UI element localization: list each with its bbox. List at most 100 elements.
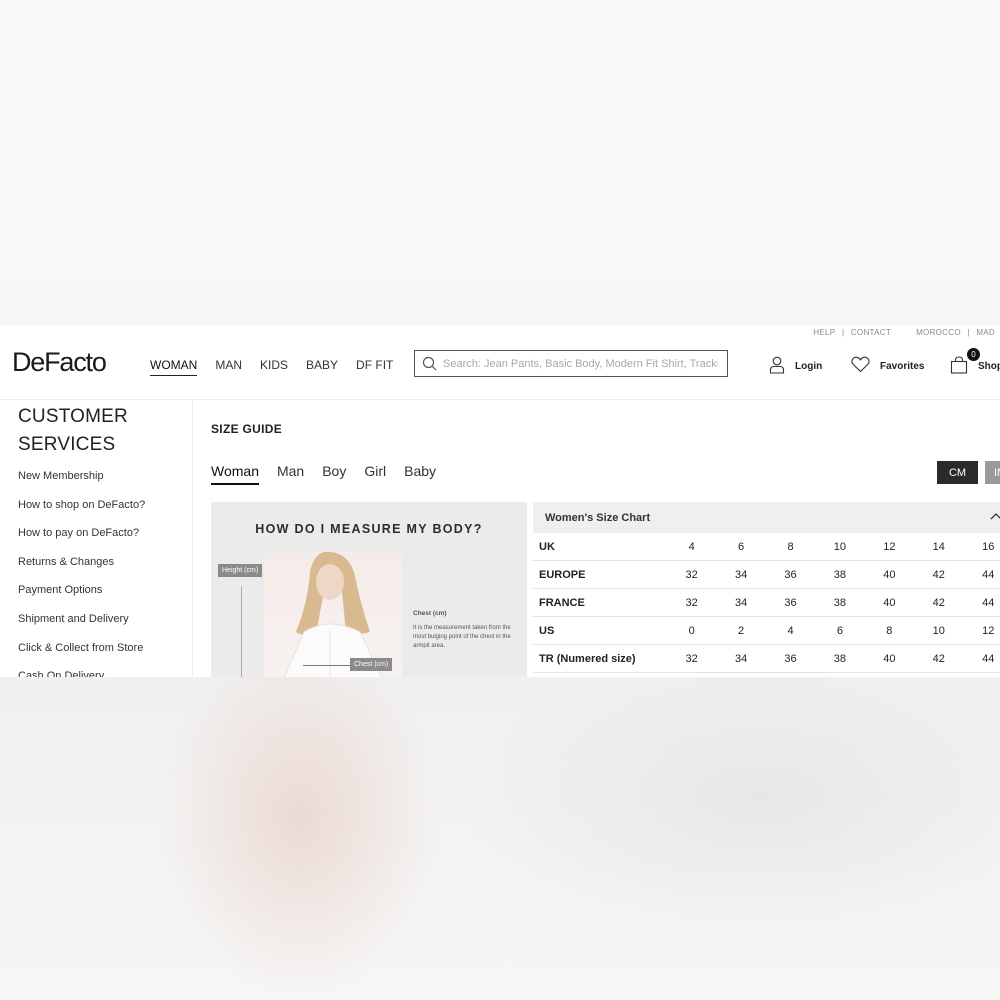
size-cell: 14 bbox=[914, 533, 964, 561]
sidebar-item-cash-on-delivery[interactable]: Cash On Delivery bbox=[18, 668, 145, 677]
row-label: FRANCE bbox=[533, 588, 667, 617]
login-button[interactable]: Login bbox=[769, 356, 822, 377]
size-cell: 36 bbox=[765, 588, 816, 617]
size-cell: 8 bbox=[765, 533, 816, 561]
size-cell: 38 bbox=[815, 644, 865, 673]
search-icon[interactable] bbox=[415, 350, 443, 377]
size-cell: 34 bbox=[716, 644, 766, 673]
row-label: US bbox=[533, 616, 667, 645]
size-cell: 44 bbox=[963, 644, 1000, 673]
nav-item-baby[interactable]: BABY bbox=[306, 358, 338, 376]
measurement-guide-image: HOW DO I MEASURE MY BODY? Height (cm) Ch… bbox=[211, 502, 527, 677]
size-cell: 34 bbox=[716, 588, 766, 617]
sidebar-title-line1: CUSTOMER bbox=[18, 406, 128, 427]
chevron-up-icon[interactable] bbox=[990, 511, 1000, 524]
page-title: SIZE GUIDE bbox=[211, 422, 283, 436]
tab-man[interactable]: Man bbox=[277, 463, 304, 485]
row-label: EUROPE bbox=[533, 560, 667, 589]
utility-bar: HELP | CONTACT MOROCCO | MAD bbox=[811, 328, 997, 337]
nav-item-kids[interactable]: KIDS bbox=[260, 358, 288, 376]
size-cell: 42 bbox=[914, 588, 964, 617]
sidebar-item-new-membership[interactable]: New Membership bbox=[18, 468, 145, 497]
size-cell: 2 bbox=[716, 616, 766, 645]
unit-inch-button[interactable]: IN bbox=[985, 461, 1000, 484]
size-cell: 10 bbox=[815, 533, 865, 561]
size-cell: 34 bbox=[716, 560, 766, 589]
size-cell: 38 bbox=[815, 588, 865, 617]
table-row: US 0 2 4 6 8 10 12 bbox=[533, 616, 1000, 645]
shopping-bag-icon bbox=[950, 356, 968, 377]
size-cell: 32 bbox=[666, 644, 717, 673]
size-cell: 40 bbox=[864, 560, 915, 589]
language-selector[interactable]: MAD bbox=[976, 328, 995, 337]
table-row: UK 4 6 8 10 12 14 16 bbox=[533, 533, 1000, 561]
table-row: EUROPE 32 34 36 38 40 42 44 bbox=[533, 560, 1000, 589]
size-cell: 32 bbox=[666, 560, 717, 589]
shop-label: Shop bbox=[978, 361, 1000, 372]
tab-baby[interactable]: Baby bbox=[404, 463, 436, 485]
chest-description: It is the measurement taken from the mos… bbox=[413, 625, 511, 649]
sidebar-divider bbox=[192, 400, 193, 677]
size-cell: 36 bbox=[765, 560, 816, 589]
sidebar-item-shipment[interactable]: Shipment and Delivery bbox=[18, 611, 145, 640]
sidebar-menu: New Membership How to shop on DeFacto? H… bbox=[18, 468, 145, 677]
size-cell: 36 bbox=[765, 644, 816, 673]
nav-item-man[interactable]: MAN bbox=[215, 358, 242, 376]
sidebar-item-click-collect[interactable]: Click & Collect from Store bbox=[18, 640, 145, 669]
tab-boy[interactable]: Boy bbox=[322, 463, 346, 485]
search-input[interactable] bbox=[443, 357, 718, 370]
tab-girl[interactable]: Girl bbox=[364, 463, 386, 485]
nav-item-woman[interactable]: WOMAN bbox=[150, 358, 198, 376]
size-cell: 44 bbox=[963, 588, 1000, 617]
sidebar-item-returns[interactable]: Returns & Changes bbox=[18, 554, 145, 583]
background-top bbox=[0, 0, 1000, 325]
size-cell: 12 bbox=[963, 616, 1000, 645]
country-selector[interactable]: MOROCCO bbox=[916, 328, 961, 337]
size-cell: 6 bbox=[815, 616, 865, 645]
nav-item-df-fit[interactable]: DF FIT bbox=[356, 358, 393, 376]
util-separator: | bbox=[841, 328, 845, 337]
measure-title: HOW DO I MEASURE MY BODY? bbox=[255, 522, 483, 536]
unit-cm-button[interactable]: CM bbox=[937, 461, 978, 484]
size-chart-title: Women's Size Chart bbox=[545, 511, 651, 524]
tab-woman[interactable]: Woman bbox=[211, 463, 259, 485]
login-label: Login bbox=[795, 361, 823, 372]
sidebar-item-how-to-pay[interactable]: How to pay on DeFacto? bbox=[18, 525, 145, 554]
size-cell: 16 bbox=[963, 533, 1000, 561]
size-tabs: Woman Man Boy Girl Baby bbox=[211, 463, 436, 485]
sidebar-item-how-to-shop[interactable]: How to shop on DeFacto? bbox=[18, 497, 145, 526]
chest-label: Chest (cm) bbox=[413, 610, 447, 617]
height-tag: Height (cm) bbox=[218, 564, 263, 577]
row-label: TR (Numered size) bbox=[533, 644, 667, 673]
cart-count-badge: 0 bbox=[967, 348, 980, 361]
size-cell: 4 bbox=[666, 533, 717, 561]
table-row: FRANCE 32 34 36 38 40 42 44 bbox=[533, 588, 1000, 617]
size-cell: 4 bbox=[765, 616, 816, 645]
heart-icon bbox=[851, 356, 870, 376]
background-bottom bbox=[0, 677, 1000, 1000]
size-cell: 40 bbox=[864, 588, 915, 617]
sidebar-title-line2: SERVICES bbox=[18, 434, 116, 455]
size-chart-header[interactable]: Women's Size Chart bbox=[533, 502, 1000, 533]
size-cell: 38 bbox=[815, 560, 865, 589]
size-cell: 42 bbox=[914, 560, 964, 589]
size-cell: 42 bbox=[914, 644, 964, 673]
size-table: UK 4 6 8 10 12 14 16 EUROPE 32 34 36 38 40 42 44 FRANCE 3… bbox=[533, 533, 1000, 673]
favorites-button[interactable]: Favorites bbox=[851, 356, 924, 376]
size-chart: Women's Size Chart UK 4 6 8 10 12 14 16 EUROPE 32… bbox=[533, 502, 1000, 677]
size-cell: 10 bbox=[914, 616, 964, 645]
header-divider bbox=[0, 399, 1000, 400]
search-box[interactable] bbox=[414, 350, 728, 377]
sidebar-title: CUSTOMER SERVICES bbox=[18, 403, 128, 459]
sidebar-item-payment-options[interactable]: Payment Options bbox=[18, 582, 145, 611]
size-cell: 44 bbox=[963, 560, 1000, 589]
size-cell: 40 bbox=[864, 644, 915, 673]
contact-link[interactable]: CONTACT bbox=[851, 328, 891, 337]
size-cell: 8 bbox=[864, 616, 915, 645]
chest-indicator-line bbox=[303, 665, 353, 666]
user-icon bbox=[769, 356, 785, 377]
row-label: UK bbox=[533, 533, 667, 561]
defacto-logo[interactable]: DeFacto bbox=[12, 347, 107, 378]
help-link[interactable]: HELP bbox=[813, 328, 835, 337]
table-row: TR (Numered size) 32 34 36 38 40 42 44 bbox=[533, 644, 1000, 673]
